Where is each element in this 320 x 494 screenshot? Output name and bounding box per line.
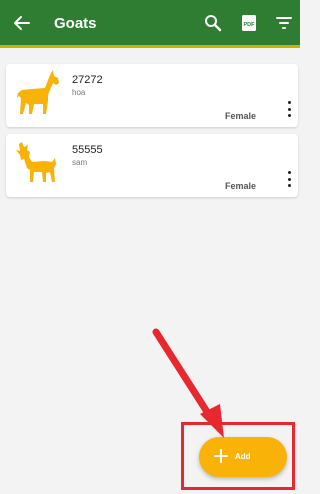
annotation-arrow (152, 328, 224, 438)
